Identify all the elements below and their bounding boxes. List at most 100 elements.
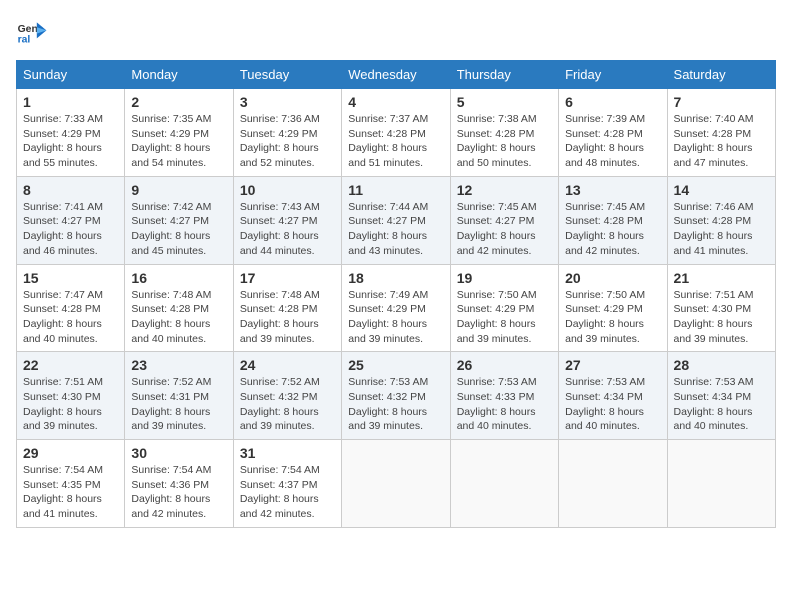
weekday-header: Saturday xyxy=(667,61,775,89)
calendar-cell: 21 Sunrise: 7:51 AMSunset: 4:30 PMDaylig… xyxy=(667,264,775,352)
day-number: 30 xyxy=(131,445,226,461)
calendar-cell: 9 Sunrise: 7:42 AMSunset: 4:27 PMDayligh… xyxy=(125,176,233,264)
day-number: 11 xyxy=(348,182,443,198)
calendar-cell: 15 Sunrise: 7:47 AMSunset: 4:28 PMDaylig… xyxy=(17,264,125,352)
day-number: 31 xyxy=(240,445,335,461)
calendar-week-row: 8 Sunrise: 7:41 AMSunset: 4:27 PMDayligh… xyxy=(17,176,776,264)
svg-text:ral: ral xyxy=(18,34,31,45)
weekday-header: Thursday xyxy=(450,61,558,89)
day-number: 7 xyxy=(674,94,769,110)
day-info: Sunrise: 7:35 AMSunset: 4:29 PMDaylight:… xyxy=(131,112,226,171)
weekday-header: Monday xyxy=(125,61,233,89)
day-number: 26 xyxy=(457,357,552,373)
day-info: Sunrise: 7:42 AMSunset: 4:27 PMDaylight:… xyxy=(131,200,226,259)
day-number: 13 xyxy=(565,182,660,198)
day-number: 6 xyxy=(565,94,660,110)
day-info: Sunrise: 7:53 AMSunset: 4:33 PMDaylight:… xyxy=(457,375,552,434)
day-number: 15 xyxy=(23,270,118,286)
calendar-cell: 30 Sunrise: 7:54 AMSunset: 4:36 PMDaylig… xyxy=(125,440,233,528)
day-info: Sunrise: 7:53 AMSunset: 4:34 PMDaylight:… xyxy=(674,375,769,434)
day-info: Sunrise: 7:46 AMSunset: 4:28 PMDaylight:… xyxy=(674,200,769,259)
day-number: 22 xyxy=(23,357,118,373)
calendar-cell: 4 Sunrise: 7:37 AMSunset: 4:28 PMDayligh… xyxy=(342,89,450,177)
calendar-cell: 18 Sunrise: 7:49 AMSunset: 4:29 PMDaylig… xyxy=(342,264,450,352)
calendar-cell: 28 Sunrise: 7:53 AMSunset: 4:34 PMDaylig… xyxy=(667,352,775,440)
calendar-cell: 22 Sunrise: 7:51 AMSunset: 4:30 PMDaylig… xyxy=(17,352,125,440)
day-info: Sunrise: 7:48 AMSunset: 4:28 PMDaylight:… xyxy=(131,288,226,347)
day-info: Sunrise: 7:53 AMSunset: 4:32 PMDaylight:… xyxy=(348,375,443,434)
day-number: 21 xyxy=(674,270,769,286)
day-info: Sunrise: 7:50 AMSunset: 4:29 PMDaylight:… xyxy=(565,288,660,347)
day-number: 4 xyxy=(348,94,443,110)
day-number: 19 xyxy=(457,270,552,286)
day-info: Sunrise: 7:51 AMSunset: 4:30 PMDaylight:… xyxy=(674,288,769,347)
calendar-week-row: 1 Sunrise: 7:33 AMSunset: 4:29 PMDayligh… xyxy=(17,89,776,177)
calendar-cell: 16 Sunrise: 7:48 AMSunset: 4:28 PMDaylig… xyxy=(125,264,233,352)
day-number: 10 xyxy=(240,182,335,198)
calendar-cell: 3 Sunrise: 7:36 AMSunset: 4:29 PMDayligh… xyxy=(233,89,341,177)
calendar-cell: 14 Sunrise: 7:46 AMSunset: 4:28 PMDaylig… xyxy=(667,176,775,264)
day-number: 24 xyxy=(240,357,335,373)
day-info: Sunrise: 7:54 AMSunset: 4:37 PMDaylight:… xyxy=(240,463,335,522)
day-info: Sunrise: 7:49 AMSunset: 4:29 PMDaylight:… xyxy=(348,288,443,347)
calendar-cell: 7 Sunrise: 7:40 AMSunset: 4:28 PMDayligh… xyxy=(667,89,775,177)
day-info: Sunrise: 7:37 AMSunset: 4:28 PMDaylight:… xyxy=(348,112,443,171)
day-info: Sunrise: 7:33 AMSunset: 4:29 PMDaylight:… xyxy=(23,112,118,171)
calendar-cell: 27 Sunrise: 7:53 AMSunset: 4:34 PMDaylig… xyxy=(559,352,667,440)
day-info: Sunrise: 7:36 AMSunset: 4:29 PMDaylight:… xyxy=(240,112,335,171)
calendar-cell xyxy=(342,440,450,528)
calendar-cell: 19 Sunrise: 7:50 AMSunset: 4:29 PMDaylig… xyxy=(450,264,558,352)
calendar-cell xyxy=(667,440,775,528)
day-info: Sunrise: 7:52 AMSunset: 4:31 PMDaylight:… xyxy=(131,375,226,434)
day-number: 27 xyxy=(565,357,660,373)
day-number: 28 xyxy=(674,357,769,373)
day-info: Sunrise: 7:45 AMSunset: 4:27 PMDaylight:… xyxy=(457,200,552,259)
day-number: 25 xyxy=(348,357,443,373)
day-info: Sunrise: 7:38 AMSunset: 4:28 PMDaylight:… xyxy=(457,112,552,171)
weekday-header: Tuesday xyxy=(233,61,341,89)
day-number: 16 xyxy=(131,270,226,286)
day-info: Sunrise: 7:44 AMSunset: 4:27 PMDaylight:… xyxy=(348,200,443,259)
day-number: 20 xyxy=(565,270,660,286)
calendar-cell: 8 Sunrise: 7:41 AMSunset: 4:27 PMDayligh… xyxy=(17,176,125,264)
logo: Gene ral xyxy=(16,16,52,48)
day-number: 8 xyxy=(23,182,118,198)
day-number: 14 xyxy=(674,182,769,198)
calendar-week-row: 29 Sunrise: 7:54 AMSunset: 4:35 PMDaylig… xyxy=(17,440,776,528)
calendar-cell: 31 Sunrise: 7:54 AMSunset: 4:37 PMDaylig… xyxy=(233,440,341,528)
calendar-header: SundayMondayTuesdayWednesdayThursdayFrid… xyxy=(17,61,776,89)
calendar-cell: 24 Sunrise: 7:52 AMSunset: 4:32 PMDaylig… xyxy=(233,352,341,440)
day-info: Sunrise: 7:41 AMSunset: 4:27 PMDaylight:… xyxy=(23,200,118,259)
day-info: Sunrise: 7:43 AMSunset: 4:27 PMDaylight:… xyxy=(240,200,335,259)
calendar-table: SundayMondayTuesdayWednesdayThursdayFrid… xyxy=(16,60,776,528)
day-info: Sunrise: 7:47 AMSunset: 4:28 PMDaylight:… xyxy=(23,288,118,347)
logo-icon: Gene ral xyxy=(16,16,48,48)
weekday-header: Wednesday xyxy=(342,61,450,89)
day-info: Sunrise: 7:50 AMSunset: 4:29 PMDaylight:… xyxy=(457,288,552,347)
page-header: Gene ral xyxy=(16,16,776,48)
calendar-cell: 17 Sunrise: 7:48 AMSunset: 4:28 PMDaylig… xyxy=(233,264,341,352)
day-number: 2 xyxy=(131,94,226,110)
day-info: Sunrise: 7:45 AMSunset: 4:28 PMDaylight:… xyxy=(565,200,660,259)
day-number: 1 xyxy=(23,94,118,110)
calendar-cell: 20 Sunrise: 7:50 AMSunset: 4:29 PMDaylig… xyxy=(559,264,667,352)
day-number: 17 xyxy=(240,270,335,286)
calendar-cell: 25 Sunrise: 7:53 AMSunset: 4:32 PMDaylig… xyxy=(342,352,450,440)
day-number: 29 xyxy=(23,445,118,461)
day-number: 18 xyxy=(348,270,443,286)
day-info: Sunrise: 7:53 AMSunset: 4:34 PMDaylight:… xyxy=(565,375,660,434)
calendar-cell: 11 Sunrise: 7:44 AMSunset: 4:27 PMDaylig… xyxy=(342,176,450,264)
calendar-cell xyxy=(559,440,667,528)
day-number: 23 xyxy=(131,357,226,373)
calendar-cell: 12 Sunrise: 7:45 AMSunset: 4:27 PMDaylig… xyxy=(450,176,558,264)
day-info: Sunrise: 7:54 AMSunset: 4:35 PMDaylight:… xyxy=(23,463,118,522)
day-number: 5 xyxy=(457,94,552,110)
weekday-header: Sunday xyxy=(17,61,125,89)
day-info: Sunrise: 7:40 AMSunset: 4:28 PMDaylight:… xyxy=(674,112,769,171)
calendar-cell xyxy=(450,440,558,528)
day-number: 12 xyxy=(457,182,552,198)
calendar-cell: 6 Sunrise: 7:39 AMSunset: 4:28 PMDayligh… xyxy=(559,89,667,177)
calendar-cell: 29 Sunrise: 7:54 AMSunset: 4:35 PMDaylig… xyxy=(17,440,125,528)
calendar-cell: 23 Sunrise: 7:52 AMSunset: 4:31 PMDaylig… xyxy=(125,352,233,440)
day-info: Sunrise: 7:51 AMSunset: 4:30 PMDaylight:… xyxy=(23,375,118,434)
